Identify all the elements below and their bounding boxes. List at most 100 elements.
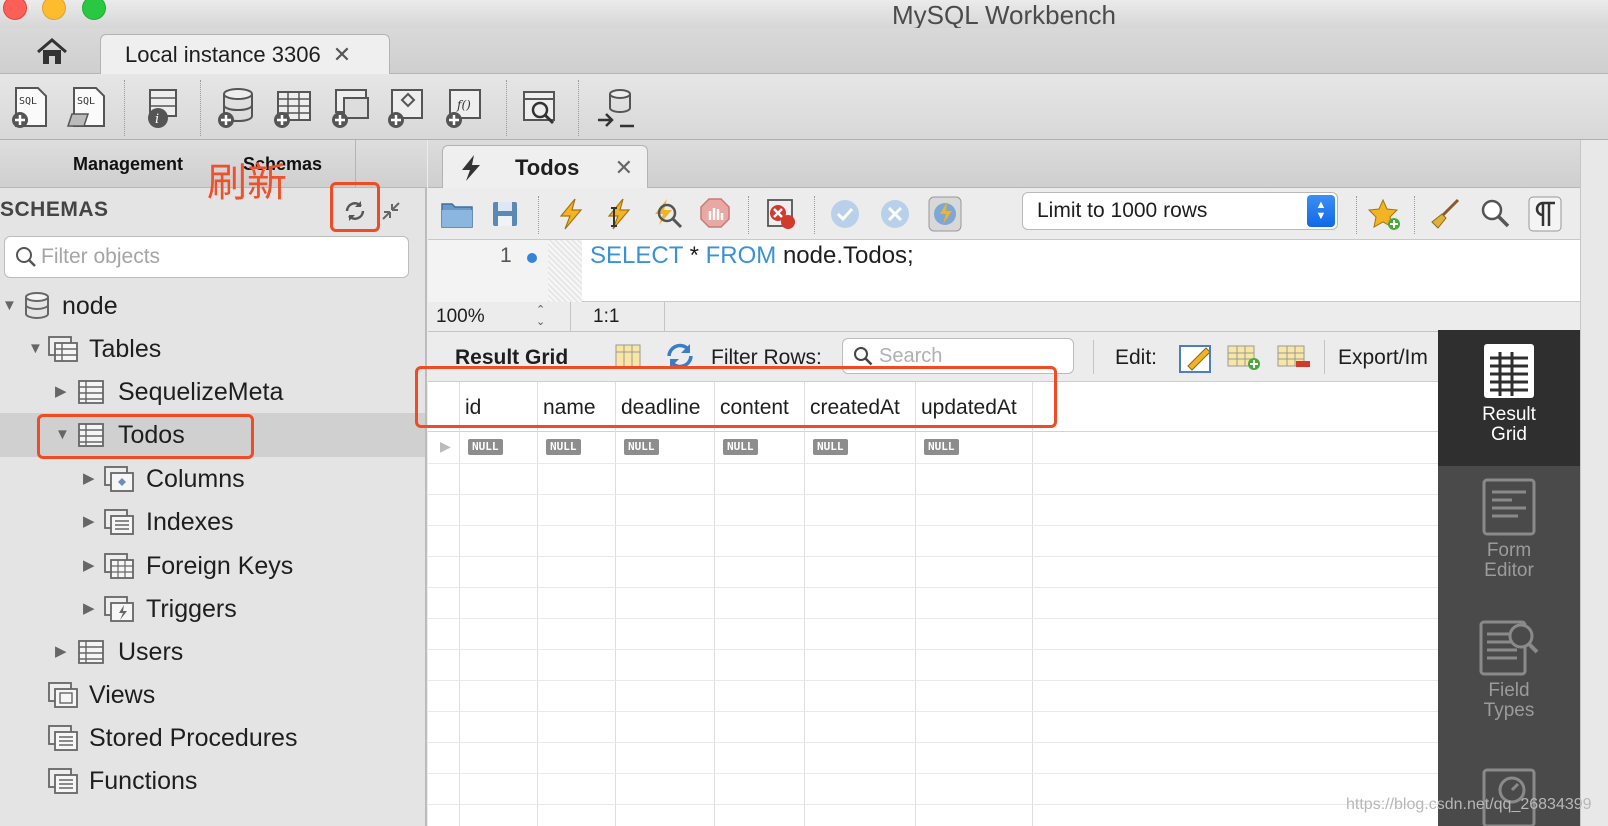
- empty-row[interactable]: [428, 494, 1438, 526]
- rollback-icon[interactable]: [878, 196, 912, 232]
- execute-current-statement-icon[interactable]: [602, 196, 636, 232]
- table-row[interactable]: ▶ NULL NULL NULL NULL NULL NULL: [428, 432, 1438, 464]
- chevron-down-icon[interactable]: ▼: [2, 298, 17, 314]
- chevron-right-icon[interactable]: ▶: [83, 601, 97, 617]
- tree-item-columns[interactable]: ▶ Columns: [0, 457, 425, 501]
- execute-icon[interactable]: [554, 196, 588, 232]
- tree-item-schema-node[interactable]: ▼ node: [0, 284, 425, 328]
- connection-tab[interactable]: Local instance 3306 ✕: [100, 34, 390, 75]
- result-grid[interactable]: id name deadline content createdAt updatedAt …: [415, 366, 1438, 826]
- connection-tab-label: Local instance 3306: [125, 42, 321, 67]
- find-replace-icon[interactable]: [1478, 196, 1512, 232]
- tree-item-views[interactable]: Views: [0, 673, 425, 717]
- limit-rows-value: Limit to 1000 rows: [1037, 199, 1208, 222]
- tree-item-foreign-keys[interactable]: ▶ Foreign Keys: [0, 544, 425, 588]
- home-button[interactable]: [30, 36, 74, 68]
- tree-item-triggers[interactable]: ▶ Triggers: [0, 587, 425, 631]
- tree-item-label: Stored Procedures: [89, 723, 298, 752]
- search-table-data-icon[interactable]: [520, 86, 560, 130]
- commit-icon[interactable]: [828, 196, 862, 232]
- limit-rows-select[interactable]: Limit to 1000 rows ▲ ▼: [1022, 192, 1338, 230]
- main-toolbar: SQL SQL i f(): [0, 74, 1608, 140]
- stop-icon[interactable]: [698, 196, 732, 232]
- null-cell-badge[interactable]: NULL: [723, 439, 758, 455]
- tree-item-functions[interactable]: Functions: [0, 759, 425, 803]
- tree-item-table-sequelizemeta[interactable]: ▶ SequelizeMeta: [0, 370, 425, 414]
- table-icon: [78, 640, 104, 664]
- side-panel-query-stats[interactable]: [1438, 760, 1580, 826]
- open-sql-script-icon[interactable]: SQL: [66, 86, 106, 130]
- invisible-characters-icon[interactable]: [1528, 196, 1562, 232]
- editor-toolbar: Limit to 1000 rows ▲ ▼: [428, 188, 1608, 240]
- create-procedure-icon[interactable]: [386, 86, 426, 130]
- sql-keyword: SELECT: [590, 242, 683, 269]
- autocommit-toggle-icon[interactable]: [928, 196, 962, 232]
- chevron-right-icon[interactable]: ▶: [55, 644, 69, 660]
- null-cell-badge[interactable]: NULL: [813, 439, 848, 455]
- sql-statement[interactable]: SELECT * FROM node.Todos;: [590, 242, 914, 270]
- null-cell-badge[interactable]: NULL: [546, 439, 581, 455]
- server-status-icon[interactable]: i: [142, 86, 182, 130]
- collapse-all-icon[interactable]: [380, 200, 402, 222]
- create-function-icon[interactable]: f(): [444, 86, 484, 130]
- null-cell-badge[interactable]: NULL: [468, 439, 503, 455]
- reconnect-icon[interactable]: [596, 86, 636, 130]
- toolbar-separator: [538, 196, 539, 234]
- insert-row-icon[interactable]: [1226, 342, 1262, 372]
- delete-row-icon[interactable]: [1276, 342, 1312, 372]
- empty-row[interactable]: [428, 711, 1438, 743]
- tab-management[interactable]: Management: [73, 154, 183, 175]
- beautify-icon[interactable]: [1428, 196, 1462, 232]
- empty-row[interactable]: [428, 587, 1438, 619]
- chevron-right-icon[interactable]: ▶: [55, 384, 69, 400]
- empty-row[interactable]: [428, 649, 1438, 681]
- add-snippet-icon[interactable]: [1368, 196, 1402, 232]
- zoom-stepper[interactable]: ⌃ ⌄: [536, 304, 545, 328]
- side-panel-form-editor[interactable]: Form Editor: [1438, 478, 1580, 608]
- null-cell-badge[interactable]: NULL: [924, 439, 959, 455]
- chevron-right-icon[interactable]: ▶: [83, 558, 97, 574]
- empty-row[interactable]: [428, 680, 1438, 712]
- toolbar-separator: [1356, 196, 1357, 234]
- sql-editor[interactable]: 1 SELECT * FROM node.Todos;: [428, 240, 1608, 302]
- sql-text-part: *: [682, 242, 706, 269]
- create-schema-icon[interactable]: [216, 86, 256, 130]
- side-panel-field-types[interactable]: Field Types: [1438, 618, 1580, 748]
- query-tab[interactable]: Todos ✕: [442, 145, 648, 189]
- create-view-icon[interactable]: [330, 86, 370, 130]
- filter-rows-search-input[interactable]: [879, 344, 1069, 368]
- close-icon[interactable]: ✕: [615, 155, 633, 181]
- chevron-right-icon[interactable]: ▶: [83, 471, 97, 487]
- close-icon[interactable]: ✕: [333, 42, 351, 68]
- new-sql-tab-icon[interactable]: SQL: [10, 86, 50, 130]
- open-file-icon[interactable]: [440, 196, 474, 232]
- tree-item-indexes[interactable]: ▶ Indexes: [0, 500, 425, 544]
- stop-on-error-icon[interactable]: [764, 196, 798, 232]
- tree-item-stored-procedures[interactable]: Stored Procedures: [0, 716, 425, 760]
- null-cell-badge[interactable]: NULL: [624, 439, 659, 455]
- empty-row[interactable]: [428, 742, 1438, 774]
- explain-icon[interactable]: [650, 196, 684, 232]
- chevron-right-icon[interactable]: ▶: [83, 514, 97, 530]
- empty-row[interactable]: [428, 463, 1438, 495]
- edit-cell-icon[interactable]: [1178, 340, 1214, 374]
- save-icon[interactable]: [488, 196, 522, 232]
- export-import-label[interactable]: Export/Im: [1338, 346, 1428, 370]
- tree-item-label: Indexes: [146, 507, 234, 536]
- empty-row[interactable]: [428, 773, 1438, 805]
- create-table-icon[interactable]: [272, 86, 312, 130]
- annotation-highlight-columns: [415, 366, 1057, 428]
- empty-row[interactable]: [428, 618, 1438, 650]
- tree-item-table-users[interactable]: ▶ Users: [0, 630, 425, 674]
- empty-row[interactable]: [428, 525, 1438, 557]
- editor-status-bar: 100% ⌃ ⌄ 1:1: [428, 302, 1608, 332]
- toolbar-separator: [1324, 340, 1325, 374]
- filter-objects-field[interactable]: [4, 236, 409, 278]
- tree-item-tables[interactable]: ▼ Tables: [0, 327, 425, 371]
- empty-row[interactable]: [428, 556, 1438, 588]
- line-gutter: 1: [428, 240, 548, 302]
- statement-marker-icon: [527, 253, 537, 263]
- chevron-down-icon[interactable]: ▼: [28, 341, 43, 357]
- side-panel-result-grid[interactable]: Result Grid: [1438, 330, 1580, 466]
- filter-objects-input[interactable]: [41, 245, 401, 269]
